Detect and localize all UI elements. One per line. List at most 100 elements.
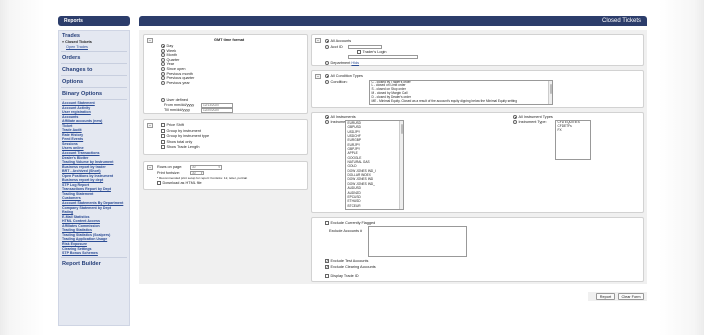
sidebar-item-label: Closed Tickets — [65, 40, 92, 44]
option-label: Show Trade Length — [166, 145, 200, 150]
all-accounts-option[interactable]: All Accounts — [325, 39, 351, 44]
time-format-heading: GMT time format — [214, 38, 245, 42]
sidebar-section-options[interactable]: Options — [59, 77, 129, 86]
scrollbar[interactable] — [399, 121, 403, 209]
radio-icon — [325, 60, 329, 65]
checkbox-icon — [325, 274, 329, 278]
instrument-options: EURUSD GBPUSD USDJPY USDCHF EURGBP EURJPY GBPJ… — [346, 121, 403, 208]
exclude-accounts-label: Exclude Accounts # — [329, 229, 363, 233]
instrument-type-option[interactable]: Instrument Type: — [513, 120, 547, 125]
sidebar-report-link[interactable]: STP Bonus Schemes — [59, 251, 129, 256]
option-label: Day — [166, 44, 174, 48]
filter-form: − GMT time format Day Week Month Quarter Yea… — [139, 30, 647, 284]
radio-icon — [325, 115, 329, 119]
time-options: Day Week Month Quarter Year Since open Previou… — [161, 44, 194, 85]
instrument-type-listbox[interactable]: CFD EQUITIES CFDETFs FX — [555, 120, 591, 160]
title-bar: Closed Tickets — [139, 16, 647, 26]
scrollbar[interactable] — [548, 80, 552, 104]
divider — [61, 63, 127, 64]
condition-option[interactable]: Condition: — [325, 79, 348, 85]
collapse-grouping-button[interactable]: − — [147, 123, 153, 128]
trader-login-option[interactable]: Trader's Login — [357, 50, 387, 55]
collapse-accounts-button[interactable]: − — [315, 38, 321, 43]
option-label: Month — [166, 53, 178, 58]
all-condition-option[interactable]: All Condition Types — [325, 74, 363, 79]
sidebar-section-changes[interactable]: Changes to — [59, 65, 129, 74]
all-instrument-types-option[interactable]: All Instrument Types — [513, 115, 553, 120]
sidebar-section-orders[interactable]: Orders — [59, 53, 129, 62]
option-label: Department — [330, 60, 351, 65]
collapse-condition-button[interactable]: − — [315, 74, 321, 79]
time-panel: − GMT time format Day Week Month Quarter Yea… — [143, 34, 308, 114]
department-option[interactable]: Department Hlds — [325, 60, 359, 66]
option-label: Week — [166, 48, 177, 53]
option-label: Instrument Type: — [518, 120, 547, 124]
department-link[interactable]: Hlds — [351, 61, 359, 65]
fontsize-select[interactable]: 30 ▾ — [190, 170, 204, 176]
checkbox-icon: ✓ — [325, 264, 330, 269]
option-label: Since open — [166, 66, 186, 71]
radio-icon — [513, 115, 517, 119]
condition-item[interactable]: ME - Minimal Equity. Closed as a result … — [370, 99, 552, 104]
chevron-down-icon: ▾ — [218, 165, 220, 169]
checkbox-icon — [161, 123, 165, 127]
option-label: Exclude Test Accounts — [330, 259, 369, 263]
radio-icon — [161, 80, 165, 85]
exclude-accounts-textarea[interactable] — [368, 226, 467, 257]
option-label: Exclude Currently Flagged — [330, 221, 376, 225]
exclude-flagged-option[interactable]: Exclude Currently Flagged — [325, 221, 375, 226]
option-label: All Instrument Types — [518, 115, 553, 119]
report-button[interactable]: Report — [596, 293, 615, 300]
all-instruments-option[interactable]: All Instruments — [325, 115, 356, 120]
form-actions: Report Clear Form — [588, 292, 647, 301]
grouping-option[interactable]: Show Trade Length — [161, 145, 209, 151]
till-date-input[interactable]: 12/20/2020 — [201, 108, 233, 113]
sidebar-section-trades[interactable]: Trades — [59, 31, 129, 40]
exclude-panel: Exclude Currently Flagged Exclude Accoun… — [311, 217, 644, 282]
collapse-time-button[interactable]: − — [147, 38, 153, 43]
radio-icon — [325, 74, 329, 78]
radio-icon — [325, 39, 329, 43]
divider — [61, 87, 127, 88]
rows-select[interactable]: 30 ▾ — [190, 165, 222, 170]
condition-listbox[interactable]: C - closed by Trader's order L - closed o… — [369, 79, 553, 105]
print-note: * Recommended print setup for report: Fo… — [157, 175, 248, 180]
accounts-panel: − All Accounts Acct ID Trader's Login De… — [311, 34, 644, 66]
collapse-print-button[interactable]: − — [147, 165, 153, 170]
instrument-type-item[interactable]: FX — [556, 128, 590, 133]
sidebar-header[interactable]: Reports — [58, 16, 130, 26]
sidebar-item-open-trades[interactable]: Open Trades — [59, 45, 129, 50]
divider — [61, 51, 127, 52]
user-defined-option[interactable]: User defined — [161, 98, 188, 103]
checkbox-icon: ✓ — [325, 259, 330, 263]
instrument-type-options: CFD EQUITIES CFDETFs FX — [556, 121, 590, 133]
grouping-options: Price Shift Group by instrument Group by i… — [161, 123, 209, 151]
acct-id-option[interactable]: Acct ID — [325, 44, 343, 50]
exclude-test-option[interactable]: ✓Exclude Test Accounts — [325, 259, 368, 264]
divider — [61, 99, 127, 100]
radio-icon — [161, 44, 165, 48]
clear-form-button[interactable]: Clear Form — [618, 293, 644, 300]
radio-icon — [325, 44, 329, 49]
sidebar-report-link[interactable]: Account Statements By Department — [59, 201, 129, 206]
instrument-item[interactable]: BTCEUR — [346, 204, 403, 208]
from-date-input[interactable]: 12/13/2020 — [201, 103, 233, 108]
sidebar-section-binary-options[interactable]: Binary Options — [59, 89, 129, 98]
instrument-listbox[interactable]: EURUSD GBPUSD USDJPY USDCHF EURGBP EURJPY GBPJ… — [345, 120, 404, 210]
trader-login-input[interactable] — [348, 55, 418, 60]
option-label: Acct ID — [330, 44, 343, 49]
option-label: Condition: — [330, 79, 348, 84]
condition-options: C - closed by Trader's order L - closed o… — [370, 80, 552, 104]
condition-panel: − All Condition Types Condition: C - clo… — [311, 70, 644, 108]
sidebar-section-report-builder[interactable]: Report Builder — [59, 259, 129, 268]
display-trade-id-option[interactable]: Display Trade ID — [325, 274, 359, 279]
exclude-clearing-option[interactable]: ✓Exclude Clearing Accounts — [325, 264, 376, 270]
acct-id-input[interactable] — [348, 44, 382, 49]
checkbox-icon — [161, 145, 165, 150]
checkbox-icon — [161, 139, 165, 144]
time-option[interactable]: Previous year — [161, 80, 194, 86]
radio-icon — [161, 66, 165, 71]
radio-icon — [161, 53, 165, 58]
download-option[interactable]: Download as HTML file — [157, 180, 202, 186]
option-label: Previous quarter — [166, 76, 195, 81]
